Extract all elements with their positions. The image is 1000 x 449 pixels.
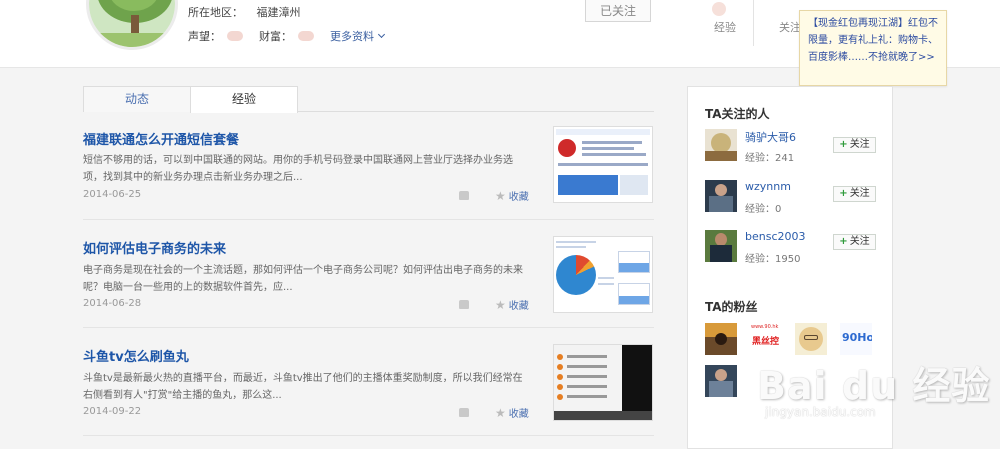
- promo-tooltip[interactable]: 【现金红包再现江湖】红包不限量，更有礼上礼：购物卡、百度影棒……不抢就晚了>>: [799, 10, 947, 86]
- article-thumbnail[interactable]: [553, 126, 653, 203]
- following-title: TA关注的人: [705, 107, 770, 121]
- fans-title: TA的粉丝: [705, 300, 758, 314]
- thumbs-up-icon[interactable]: [459, 408, 469, 417]
- fan-thumb-brand: 90Ho: [842, 331, 872, 344]
- article-thumbnail[interactable]: [553, 344, 653, 421]
- collect-link[interactable]: 收藏: [509, 405, 529, 420]
- article-actions: ★ 收藏: [459, 188, 529, 203]
- star-icon[interactable]: ★: [495, 189, 506, 203]
- article-date: 2014-09-22: [83, 406, 142, 417]
- plus-icon: +: [839, 236, 848, 247]
- article-title[interactable]: 如何评估电子商务的未来: [83, 238, 226, 257]
- fan-thumb-url: www.90.hk: [751, 324, 779, 330]
- user-experience: 经验：241: [745, 153, 795, 164]
- article-excerpt: 短信不够用的话，可以到中国联通的网站。用你的手机号码登录中国联通网上营业厅选择办…: [83, 155, 513, 183]
- article-item: 斗鱼tv怎么刷鱼丸 斗鱼tv是最新最火热的直播平台，而最近，斗鱼tv推出了他们的…: [83, 328, 654, 436]
- article-actions: ★ 收藏: [459, 297, 529, 312]
- user-avatar[interactable]: [705, 230, 737, 262]
- fan-avatar[interactable]: [795, 323, 827, 355]
- follow-button-label: 关注: [849, 139, 870, 150]
- promo-tooltip-text[interactable]: 【现金红包再现江湖】红包不限量，更有礼上礼：购物卡、百度影棒……不抢就晚了>>: [808, 18, 938, 63]
- user-avatar[interactable]: [705, 129, 737, 161]
- more-info-link[interactable]: 更多资料: [330, 28, 386, 44]
- tab-experience[interactable]: 经验: [190, 86, 298, 113]
- plus-icon: +: [839, 139, 848, 150]
- profile-region: 所在地区： 福建漳州: [188, 4, 301, 20]
- watermark-logo: Bai du 经验: [757, 364, 991, 408]
- region-label: 所在地区：: [188, 6, 243, 19]
- main-content: 动态 经验 福建联通怎么开通短信套餐 短信不够用的话，可以到中国联通的网站。用你…: [83, 86, 654, 436]
- fan-avatar[interactable]: www.90.hk 黑丝控: [750, 323, 782, 355]
- wealth-label: 财富：: [259, 30, 292, 43]
- article-excerpt: 斗鱼tv是最新最火热的直播平台，而最近，斗鱼tv推出了他们的主播体重奖励制度，所…: [83, 373, 523, 401]
- article-title[interactable]: 斗鱼tv怎么刷鱼丸: [83, 346, 189, 365]
- top-tab-following[interactable]: 关注: [779, 19, 801, 35]
- fan-avatar[interactable]: [705, 365, 737, 397]
- fan-thumb-label: 黑丝控: [752, 337, 780, 347]
- wealth-value: [298, 31, 314, 41]
- region-value: 福建漳州: [256, 6, 301, 19]
- following-item: 骑驴大哥6 经验：241 + 关注: [705, 129, 885, 165]
- thumbs-up-icon[interactable]: [459, 300, 469, 309]
- profile-stats: 声望： 财富： 更多资料: [188, 28, 386, 44]
- top-tab-experience[interactable]: 经验: [714, 19, 736, 35]
- user-name[interactable]: bensc2003: [745, 230, 806, 243]
- star-icon[interactable]: ★: [495, 298, 506, 312]
- tab-activity[interactable]: 动态: [83, 86, 191, 112]
- article-title[interactable]: 福建联通怎么开通短信套餐: [83, 129, 239, 148]
- followed-button[interactable]: 已关注: [585, 0, 651, 22]
- top-divider: [753, 0, 754, 46]
- user-experience: 经验：0: [745, 204, 782, 215]
- fan-avatar[interactable]: 90Ho: [840, 323, 872, 355]
- content-tabs: 动态 经验: [83, 86, 654, 113]
- article-date: 2014-06-25: [83, 189, 142, 200]
- follow-button-label: 关注: [849, 188, 870, 199]
- following-item: wzynnm 经验：0 + 关注: [705, 180, 885, 216]
- user-experience: 经验：1950: [745, 254, 801, 265]
- star-icon[interactable]: ★: [495, 406, 506, 420]
- watermark-url: jingyan.baidu.com: [765, 405, 876, 419]
- reputation-label: 声望：: [188, 30, 221, 43]
- article-date: 2014-06-28: [83, 298, 142, 309]
- profile-avatar[interactable]: [86, 0, 178, 50]
- follow-button[interactable]: + 关注: [833, 137, 876, 153]
- fan-avatar[interactable]: [705, 323, 737, 355]
- thumbs-up-icon[interactable]: [459, 191, 469, 200]
- article-actions: ★ 收藏: [459, 405, 529, 420]
- collect-link[interactable]: 收藏: [509, 188, 529, 203]
- article-thumbnail[interactable]: [553, 236, 653, 313]
- plus-icon: +: [839, 188, 848, 199]
- collect-link[interactable]: 收藏: [509, 297, 529, 312]
- following-item: bensc2003 经验：1950 + 关注: [705, 230, 885, 266]
- more-info-label: 更多资料: [330, 30, 374, 43]
- user-avatar[interactable]: [705, 180, 737, 212]
- follow-button[interactable]: + 关注: [833, 186, 876, 202]
- follow-button[interactable]: + 关注: [833, 234, 876, 250]
- experience-badge: [712, 2, 726, 16]
- chevron-down-icon: [377, 30, 386, 39]
- baidu-watermark: Bai du 经验 jingyan.baidu.com: [757, 355, 991, 419]
- user-name[interactable]: 骑驴大哥6: [745, 129, 796, 145]
- article-item: 福建联通怎么开通短信套餐 短信不够用的话，可以到中国联通的网站。用你的手机号码登…: [83, 112, 654, 220]
- article-item: 如何评估电子商务的未来 电子商务是现在社会的一个主流话题，那如何评估一个电子商务…: [83, 220, 654, 328]
- follow-button-label: 关注: [849, 236, 870, 247]
- user-name[interactable]: wzynnm: [745, 180, 791, 193]
- reputation-value: [227, 31, 243, 41]
- article-excerpt: 电子商务是现在社会的一个主流话题，那如何评估一个电子商务公司呢？如何评估出电子商…: [83, 265, 523, 293]
